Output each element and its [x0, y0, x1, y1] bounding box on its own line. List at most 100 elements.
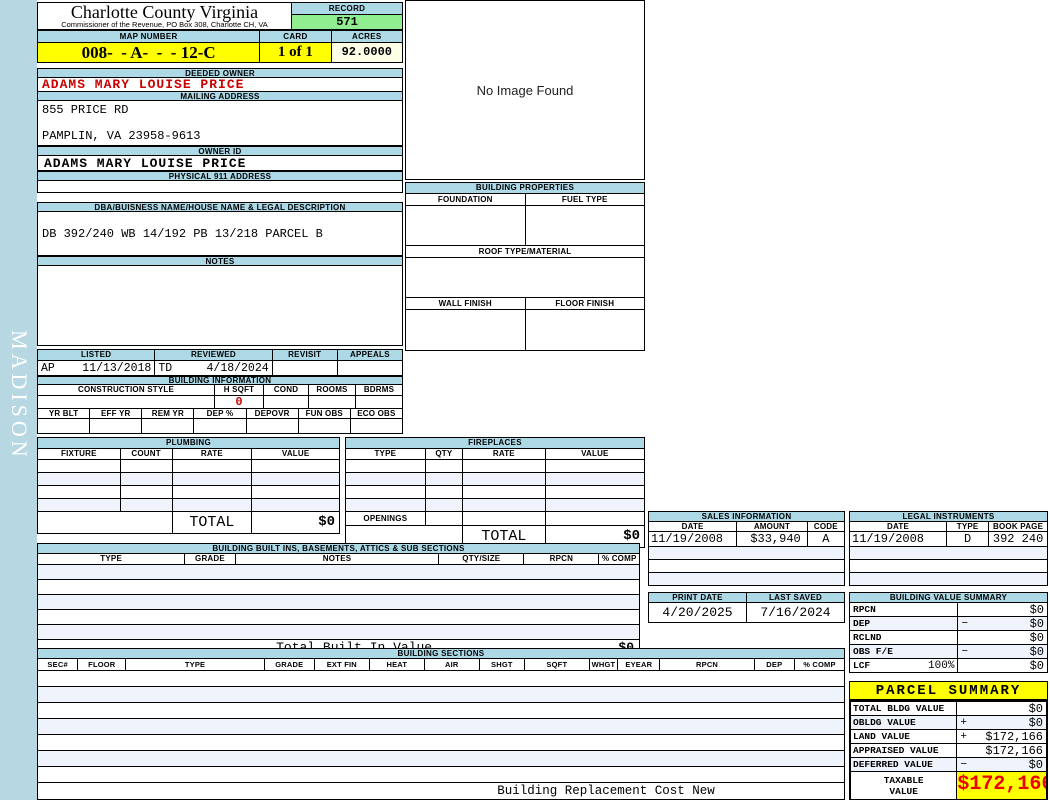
parcel-row-label: LAND VALUE — [851, 730, 957, 743]
taxable-value: $172,166 — [957, 772, 1046, 799]
fireplaces-title: FIREPLACES — [346, 438, 644, 448]
plumbing-total-value: $0 — [252, 512, 339, 533]
builtins-notes-header: NOTES — [235, 554, 439, 564]
reviewed-by: TD — [158, 361, 173, 375]
print-date-label: PRINT DATE — [649, 593, 746, 602]
legal-instruments-title: LEGAL INSTRUMENTS — [850, 512, 1047, 521]
hsqft-header: H SQFT — [215, 385, 263, 395]
plumbing-total-label: TOTAL — [172, 512, 252, 533]
building-sections-footer: Building Replacement Cost New — [38, 783, 844, 799]
record-value: 571 — [292, 15, 402, 29]
parcel-row-value: $0 — [957, 702, 1046, 715]
building-information-row1: CONSTRUCTION STYLE H SQFT COND ROOMS BDR… — [37, 384, 403, 410]
builtins-type-header: TYPE — [38, 554, 185, 564]
bvs-row-label: LCF 100% — [850, 659, 958, 672]
print-date-value: 4/20/2025 — [649, 603, 746, 622]
legal-bookpage-header: BOOK PAGE — [989, 522, 1047, 531]
record-label: RECORD — [292, 3, 402, 14]
count-header: COUNT — [120, 449, 172, 459]
rate-header: RATE — [172, 449, 252, 459]
floor-header: FLOOR — [78, 659, 126, 670]
reviewed-date: 4/18/2024 — [206, 361, 269, 375]
map-number-table: MAP NUMBER CARD ACRES 008- - A- - - 12-C… — [37, 30, 403, 63]
yrblt-header: YR BLT — [38, 409, 90, 418]
roof-label: ROOF TYPE/MATERIAL — [406, 246, 644, 257]
print-info-table: PRINT DATE LAST SAVED 4/20/2025 7/16/202… — [648, 592, 845, 623]
bvs-row-label: OBS F/E — [850, 645, 958, 658]
effyr-header: EFF YR — [90, 409, 142, 418]
legal-date-value: 11/19/2008 — [850, 532, 947, 546]
bvs-row-value: $0 — [958, 631, 1047, 644]
record-box: RECORD 571 — [291, 2, 403, 30]
parcel-summary: PARCEL SUMMARY TOTAL BLDG VALUE $0 OBLDG… — [849, 681, 1048, 800]
parcel-row-label: DEFERRED VALUE — [851, 758, 957, 771]
mailing-address-line1: 855 PRICE RD — [42, 103, 129, 117]
fuel-type-value — [525, 206, 644, 245]
table-row — [850, 547, 1047, 559]
table-row — [649, 547, 844, 559]
county-watermark: MADISON — [7, 330, 32, 461]
fireplace-value-header: VALUE — [545, 449, 644, 459]
construction-style-header: CONSTRUCTION STYLE — [38, 385, 214, 395]
revisit-value — [272, 361, 337, 375]
listed-date: 11/13/2018 — [82, 361, 152, 375]
plumbing-table: PLUMBING FIXTURE COUNT RATE VALUE TOTAL … — [37, 437, 340, 534]
table-row — [649, 560, 844, 572]
owner-id-value: ADAMS MARY LOUISE PRICE — [37, 155, 403, 171]
listed-value: AP 11/13/2018 — [38, 361, 155, 375]
value-header: VALUE — [252, 449, 339, 459]
table-row — [850, 560, 1047, 572]
shgt-header: SHGT — [479, 659, 524, 670]
sales-title: SALES INFORMATION — [649, 512, 844, 521]
fireplace-type-header: TYPE — [346, 449, 425, 459]
parcel-summary-title: PARCEL SUMMARY — [849, 681, 1048, 700]
left-sidebar: MADISON — [0, 0, 37, 800]
cond-header: COND — [264, 385, 308, 395]
property-record-card: MADISON Charlotte County Virginia Commis… — [0, 0, 1050, 800]
dep-header: DEP — [754, 659, 794, 670]
fireplaces-table: FIREPLACES TYPE QTY RATE VALUE OPENINGS … — [345, 437, 645, 548]
parcel-row-value: − $0 — [957, 758, 1046, 771]
no-image-text: No Image Found — [476, 82, 574, 98]
built-ins-table: BUILDING BUILT INS, BASEMENTS, ATTICS & … — [37, 543, 640, 657]
parcel-row-label: OBLDG VALUE — [851, 716, 957, 729]
building-properties-table: BUILDING PROPERTIES FOUNDATION FUEL TYPE… — [405, 182, 645, 351]
remyr-header: REM YR — [142, 409, 194, 418]
fireplace-qty-header: QTY — [425, 449, 463, 459]
county-subtitle: Commissioner of the Revenue, PO Box 308,… — [61, 20, 268, 29]
air-header: AIR — [424, 659, 479, 670]
table-row — [850, 573, 1047, 585]
parcel-row-value: $172,166 — [957, 744, 1046, 757]
dep-pct-header: DEP % — [194, 409, 246, 418]
table-row — [38, 719, 844, 734]
comp-header: % COMP — [794, 659, 844, 670]
legal-description-box: DB 392/240 WB 14/192 PB 13/218 PARCEL B — [37, 211, 403, 256]
legal-instruments-table: LEGAL INSTRUMENTS DATE TYPE BOOK PAGE 11… — [849, 511, 1048, 586]
property-photo-placeholder: No Image Found — [405, 0, 645, 180]
table-row — [38, 751, 844, 766]
bvs-row-value: − $0 — [958, 617, 1047, 630]
reviewed-value: TD 4/18/2024 — [155, 361, 272, 375]
plumbing-title: PLUMBING — [38, 438, 339, 448]
wall-finish-label: WALL FINISH — [406, 298, 525, 309]
table-row — [649, 573, 844, 585]
table-row — [38, 565, 639, 579]
building-value-summary-title: BUILDING VALUE SUMMARY — [850, 593, 1047, 602]
openings-label: OPENINGS — [346, 512, 425, 525]
rpcn-header: RPCN — [660, 659, 754, 670]
table-row — [38, 580, 639, 594]
roof-value — [406, 258, 644, 297]
table-row — [38, 595, 639, 609]
table-row — [38, 687, 844, 702]
reviewed-label: REVIEWED — [155, 350, 272, 360]
listed-label: LISTED — [38, 350, 155, 360]
card-value: 1 of 1 — [260, 43, 331, 62]
sales-amount-header: AMOUNT — [737, 522, 807, 531]
builtins-qtysize-header: QTY/SIZE — [439, 554, 524, 564]
bvs-row-value: − $0 — [958, 645, 1047, 658]
sales-code-header: CODE — [807, 522, 844, 531]
grade-header: GRADE — [264, 659, 314, 670]
building-value-summary-table: BUILDING VALUE SUMMARY RPCN $0 DEP − $0 … — [849, 592, 1048, 673]
table-row — [38, 735, 844, 750]
foundation-label: FOUNDATION — [406, 194, 525, 205]
